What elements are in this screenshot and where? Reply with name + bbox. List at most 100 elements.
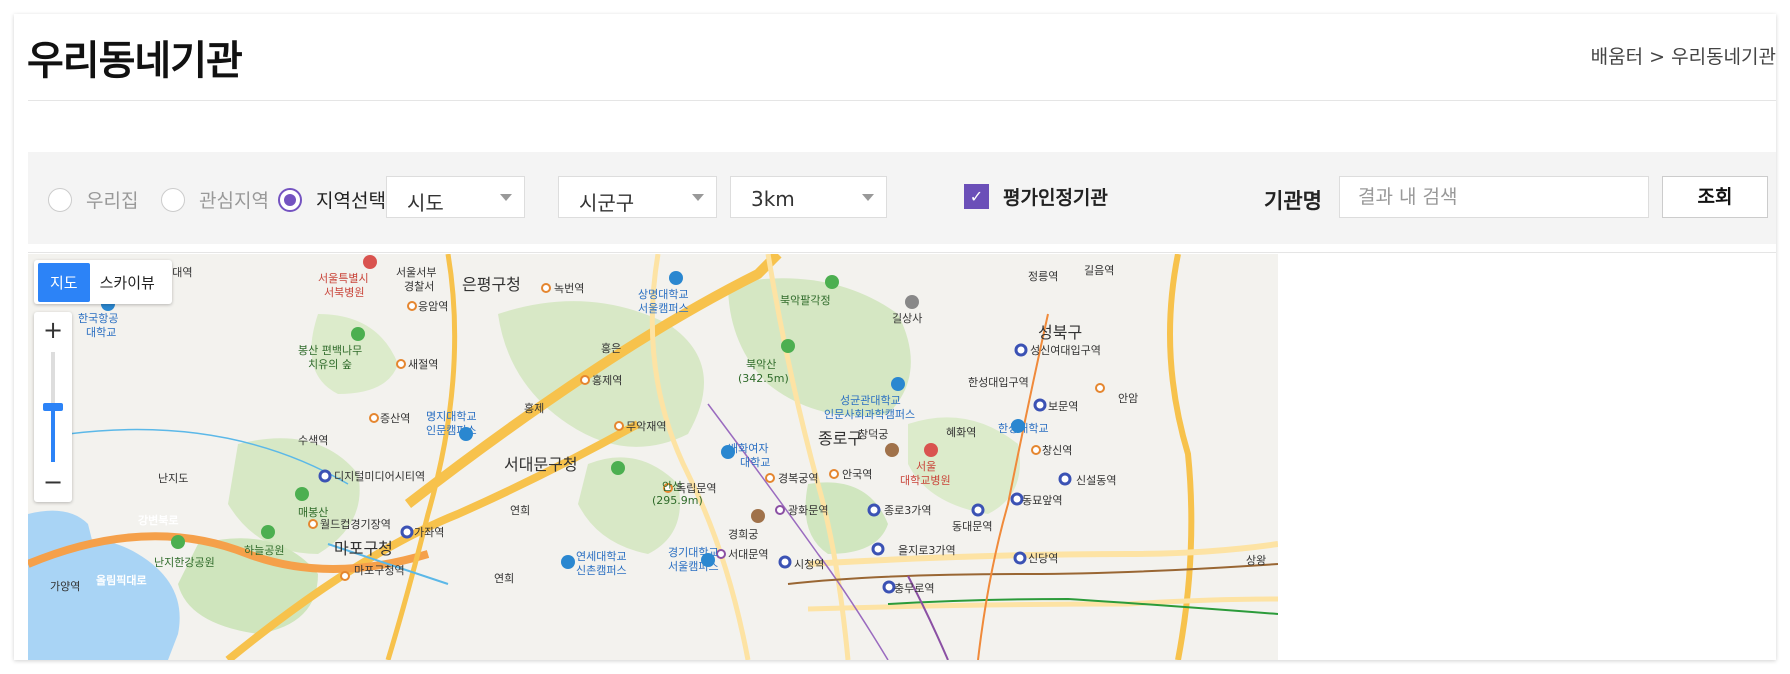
map-label: 응암역 [418, 300, 448, 313]
chevron-down-icon [500, 194, 512, 201]
map-label: 난지도 [158, 472, 188, 485]
map-label: 정릉역 [1028, 270, 1058, 283]
map-label: 연희 [510, 504, 530, 517]
map-canvas[interactable]: 은평구청 서대문구청 마포구청 종로구 성북구 항공대역 서울특별시 서북병원 … [28, 254, 1278, 660]
map-label: 홍제 [524, 401, 544, 415]
hospital-icon [363, 255, 377, 269]
map-label: 한성대입구역 [968, 376, 1029, 389]
map-label: (295.9m) [652, 494, 703, 507]
radio-selected-icon[interactable] [278, 187, 302, 212]
breadcrumb[interactable]: 배움터 > 우리동네기관 [1591, 42, 1776, 69]
university-icon [701, 553, 715, 567]
title-divider [28, 100, 1776, 101]
map-label: 신촌캠퍼스 [576, 564, 627, 577]
map-label: 경복궁역 [778, 472, 818, 485]
map-label: 경찰서 [404, 280, 434, 293]
map-label: 하늘공원 [244, 543, 284, 557]
map-label: 연세대학교 [576, 550, 627, 563]
map-view-button[interactable]: 지도 [38, 262, 90, 302]
map-label: 신당역 [1028, 552, 1058, 565]
university-icon [891, 377, 905, 391]
temple-icon [905, 295, 919, 309]
map-label: 상왕 [1246, 554, 1266, 567]
radio-home-label: 우리집 [86, 190, 139, 212]
map-label: 난지한강공원 [154, 556, 215, 569]
search-input[interactable] [1339, 176, 1649, 218]
map-label: 녹번역 [554, 282, 584, 295]
map-label: 광화문역 [788, 504, 828, 517]
radio-region-label: 지역선택 [316, 190, 386, 212]
map-label: 독립문역 [676, 482, 716, 495]
sido-value: 시도 [407, 191, 444, 215]
filter-divider [28, 252, 1776, 253]
map-type-toggle: 지도 스카이뷰 [34, 260, 172, 304]
map-label: 홍제역 [592, 373, 622, 387]
map-label: 인문사회과학캠퍼스 [824, 408, 915, 421]
map-label: 서북병원 [324, 286, 364, 299]
university-icon [1011, 419, 1025, 433]
district-label: 성북구 [1038, 323, 1082, 342]
map-label: 명지대학교 [426, 410, 477, 423]
accredited-checkbox[interactable]: ✓ 평가인정기관 [964, 183, 1108, 210]
chevron-down-icon [692, 194, 704, 201]
mountain-icon [611, 461, 625, 475]
radio-home[interactable]: 우리집 [48, 186, 138, 213]
zoom-in-button[interactable]: + [34, 314, 72, 348]
zoom-out-button[interactable]: − [34, 466, 72, 500]
map-label: 연희 [494, 572, 514, 585]
map-label: 신설동역 [1076, 474, 1116, 487]
map-label: 길상사 [892, 312, 922, 325]
map-label: 경희궁 [728, 528, 758, 541]
sigungu-select[interactable]: 시군구 [558, 176, 717, 218]
radio-button-icon[interactable] [48, 187, 72, 212]
map-label: 북악산 [746, 358, 776, 371]
map-label: 동묘앞역 [1022, 494, 1062, 507]
map-label: 가좌역 [414, 526, 444, 539]
checkmark-icon[interactable]: ✓ [964, 184, 989, 209]
map-label: 올림픽대로 [96, 573, 147, 587]
chevron-down-icon [862, 194, 874, 201]
park-icon [171, 535, 185, 549]
page-title: 우리동네기관 [27, 38, 243, 84]
map-label: 한국항공 [78, 312, 118, 325]
radio-interest-area[interactable]: 관심지역 [161, 186, 269, 213]
zoom-slider-handle[interactable] [43, 403, 63, 411]
radio-button-icon[interactable] [161, 187, 185, 212]
map-label: 무악재역 [626, 420, 666, 433]
map-label: 가양역 [50, 580, 80, 593]
map-label: 서울특별시 [318, 272, 369, 285]
map-label: 시청역 [794, 558, 824, 571]
skyview-button[interactable]: 스카이뷰 [90, 272, 165, 293]
map-label: 월드컵경기장역 [320, 518, 391, 531]
district-label: 마포구청 [334, 539, 393, 558]
sido-select[interactable]: 시도 [386, 176, 525, 218]
search-button[interactable]: 조회 [1662, 176, 1768, 218]
radius-select[interactable]: 3km [730, 176, 887, 218]
map-label: 종로3가역 [884, 504, 931, 517]
map-label: 보문역 [1048, 400, 1078, 413]
park-icon [351, 327, 365, 341]
map-label: 서대문역 [728, 548, 768, 561]
map-label: 새절역 [408, 358, 438, 371]
institution-name-label: 기관명 [1264, 189, 1322, 213]
map-view[interactable]: 은평구청 서대문구청 마포구청 종로구 성북구 항공대역 서울특별시 서북병원 … [28, 254, 1278, 660]
map-label: 상명대학교 [638, 288, 689, 301]
map-label: 혜화역 [946, 426, 976, 439]
map-label: 마포구청역 [354, 564, 405, 577]
map-label: 홍은 [601, 341, 621, 355]
mountain-icon [781, 339, 795, 353]
radius-value: 3km [751, 187, 795, 211]
radio-region-select[interactable]: 지역선택 [278, 186, 386, 213]
map-label: 동대문역 [952, 520, 992, 533]
map-label: 안암 [1118, 392, 1138, 405]
map-label: 증산역 [380, 412, 410, 425]
map-label: 치유의 숲 [308, 358, 352, 371]
map-label: 성균관대학교 [840, 394, 901, 407]
map-label: 을지로3가역 [898, 544, 956, 557]
radio-interest-label: 관심지역 [199, 190, 269, 212]
map-label: 길음역 [1084, 264, 1114, 277]
park-icon [295, 487, 309, 501]
palace-icon [751, 509, 765, 523]
map-label: 충무로역 [894, 582, 934, 595]
map-label: 창신역 [1042, 444, 1072, 457]
